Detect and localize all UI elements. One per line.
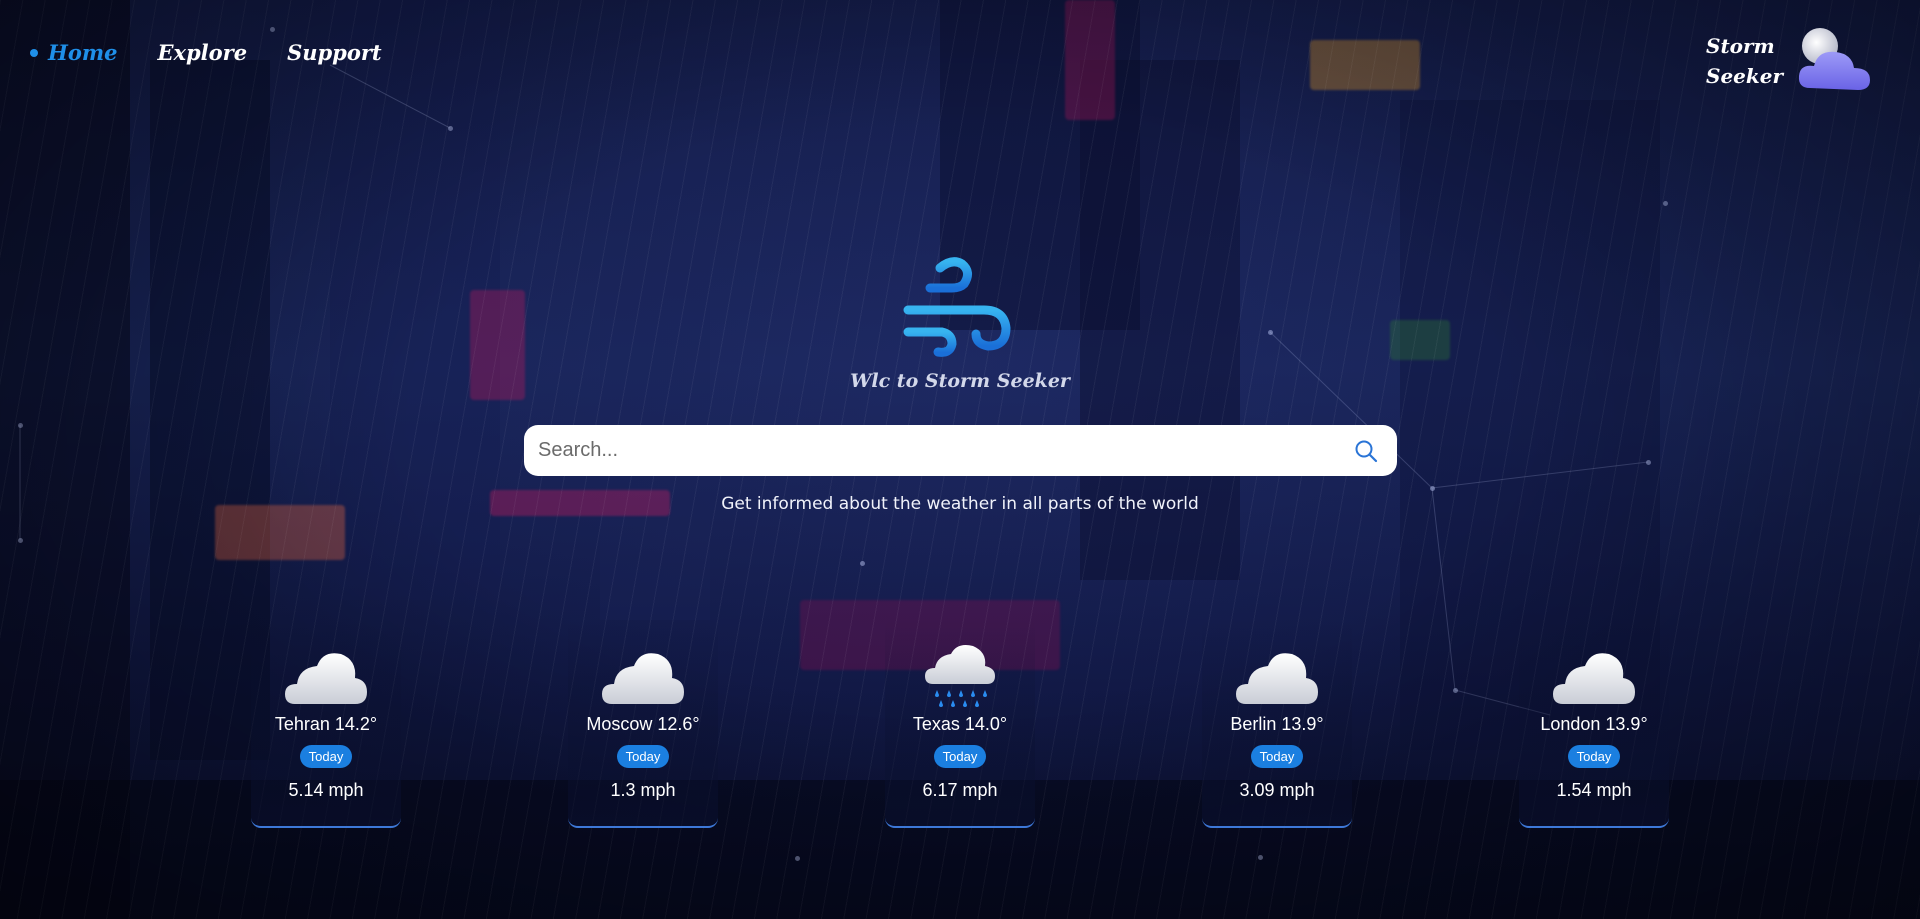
nav-item-explore[interactable]: Explore [157,40,247,65]
cloud-icon [285,653,367,704]
wind-icon [903,257,1011,357]
today-badge: Today [1250,745,1304,768]
search-bar [524,425,1397,476]
weather-card[interactable]: Texas 14.0° Today 6.17 mph [885,618,1035,828]
weather-card[interactable]: Tehran 14.2° Today 5.14 mph [251,618,401,828]
nav-item-support[interactable]: Support [287,40,382,65]
weather-card[interactable]: Moscow 12.6° Today 1.3 mph [568,618,718,828]
nav-item-label: Home [48,40,118,65]
brand-name-line2: Seeker [1706,64,1784,88]
card-city-temp: Berlin 13.9° [1230,714,1324,734]
nav-item-home[interactable]: Home [30,40,117,65]
page-subtitle: Get informed about the weather in all pa… [721,494,1199,514]
card-wind-speed: 1.54 mph [1556,780,1632,800]
card-wind-speed: 5.14 mph [288,780,364,800]
today-badge: Today [299,745,353,768]
weather-card[interactable]: London 13.9° Today 1.54 mph [1519,618,1669,828]
today-badge: Today [1567,745,1621,768]
active-indicator-dot [30,48,38,57]
weather-card[interactable]: Berlin 13.9° Today 3.09 mph [1202,618,1352,828]
card-wind-speed: 3.09 mph [1239,780,1315,800]
cloud-icon [1236,653,1318,704]
brand-logo[interactable]: Storm Seeker [1706,26,1876,96]
brand-name: Storm Seeker [1706,31,1796,91]
hero-section: Wlc to Storm Seeker [0,250,1920,392]
card-city-temp: Tehran 14.2° [274,714,378,734]
card-city-temp: Texas 14.0° [912,714,1008,734]
card-wind-speed: 6.17 mph [922,780,998,800]
nav-item-label: Support [287,40,382,65]
rain-cloud-icon [925,645,995,707]
card-city-temp: London 13.9° [1540,714,1648,734]
cloud-icon [602,653,684,704]
card-wind-speed: 1.3 mph [610,780,676,800]
main-nav: Home Explore Support [30,40,382,65]
cloud-icon [1553,653,1635,704]
moon-cloud-icon [1796,26,1876,96]
search-input[interactable] [538,439,1353,462]
card-city-temp: Moscow 12.6° [586,714,700,734]
today-badge: Today [933,745,987,768]
brand-name-line1: Storm [1706,34,1775,58]
nav-item-label: Explore [157,40,248,65]
hero-tagline: Wlc to Storm Seeker [850,370,1070,392]
search-icon[interactable] [1353,438,1379,464]
today-badge: Today [616,745,670,768]
